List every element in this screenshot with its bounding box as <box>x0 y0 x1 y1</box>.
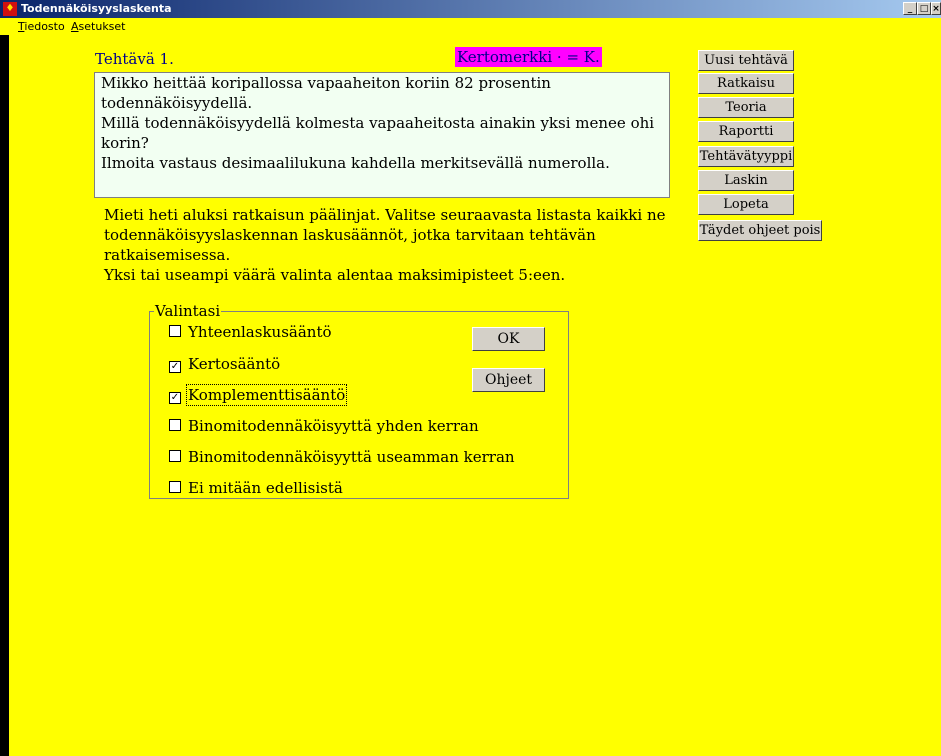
menu-bar: Tiedosto Asetukset <box>0 18 941 35</box>
app-icon: ♦ <box>3 2 17 16</box>
multiplication-sign-hint: Kertomerkki · = K. <box>455 47 602 67</box>
new-task-button[interactable]: Uusi tehtävä <box>698 50 794 71</box>
checkmark-icon[interactable]: ✓ <box>169 392 181 404</box>
instruction-line: Yksi tai useampi väärä valinta alentaa m… <box>104 266 566 284</box>
solution-button[interactable]: Ratkaisu <box>698 73 794 94</box>
problem-line: Millä todennäköisyydellä kolmesta vapaah… <box>101 114 655 152</box>
instructions: Mieti heti aluksi ratkaisun päälinjat. V… <box>104 205 684 285</box>
calculator-button[interactable]: Laskin <box>698 170 794 191</box>
theory-button[interactable]: Teoria <box>698 97 794 118</box>
help-button[interactable]: Ohjeet <box>472 368 545 392</box>
checkmark-icon[interactable]: ✓ <box>169 361 181 373</box>
checkbox-binomial-once[interactable]: Binomitodennäköisyyttä yhden kerran <box>169 417 479 435</box>
problem-line: Mikko heittää koripallossa vapaaheiton k… <box>101 74 551 112</box>
window-left-border <box>0 35 9 756</box>
checkbox-none-of-above[interactable]: Ei mitään edellisistä <box>169 479 343 497</box>
instruction-line: Mieti heti aluksi ratkaisun päälinjat. V… <box>104 206 666 224</box>
checkbox-unchecked-icon[interactable] <box>169 325 181 337</box>
quit-button[interactable]: Lopeta <box>698 194 794 215</box>
window-title: Todennäköisyyslaskenta <box>21 2 172 15</box>
checkbox-complement-rule[interactable]: ✓ Komplementtisääntö <box>169 384 348 406</box>
report-button[interactable]: Raportti <box>698 121 794 142</box>
instruction-line: todennäköisyyslaskennan laskusäännöt, jo… <box>104 226 596 264</box>
checkbox-binomial-multiple[interactable]: Binomitodennäköisyyttä useamman kerran <box>169 448 515 466</box>
maximize-icon[interactable]: □ <box>917 2 931 15</box>
full-help-off-button[interactable]: Täydet ohjeet pois <box>698 220 822 241</box>
minimize-icon[interactable]: _ <box>903 2 917 15</box>
checkbox-unchecked-icon[interactable] <box>169 419 181 431</box>
task-type-button[interactable]: Tehtävätyyppi <box>698 146 794 167</box>
ok-button[interactable]: OK <box>472 327 545 351</box>
checkbox-unchecked-icon[interactable] <box>169 450 181 462</box>
checkbox-unchecked-icon[interactable] <box>169 481 181 493</box>
close-icon[interactable]: × <box>931 2 941 15</box>
checkbox-addition-rule[interactable]: Yhteenlaskusääntö <box>169 323 332 341</box>
choices-label: Valintasi <box>154 302 222 320</box>
window-titlebar: ♦ Todennäköisyyslaskenta _ □ × <box>0 0 941 18</box>
checkbox-multiplication-rule[interactable]: ✓ Kertosääntö <box>169 355 280 373</box>
menu-file[interactable]: Tiedosto <box>18 20 65 33</box>
menu-settings[interactable]: Asetukset <box>71 20 126 33</box>
task-title: Tehtävä 1. <box>95 50 174 68</box>
problem-text-box[interactable]: Mikko heittää koripallossa vapaaheiton k… <box>94 72 670 198</box>
problem-line: Ilmoita vastaus desimaalilukuna kahdella… <box>101 154 610 172</box>
